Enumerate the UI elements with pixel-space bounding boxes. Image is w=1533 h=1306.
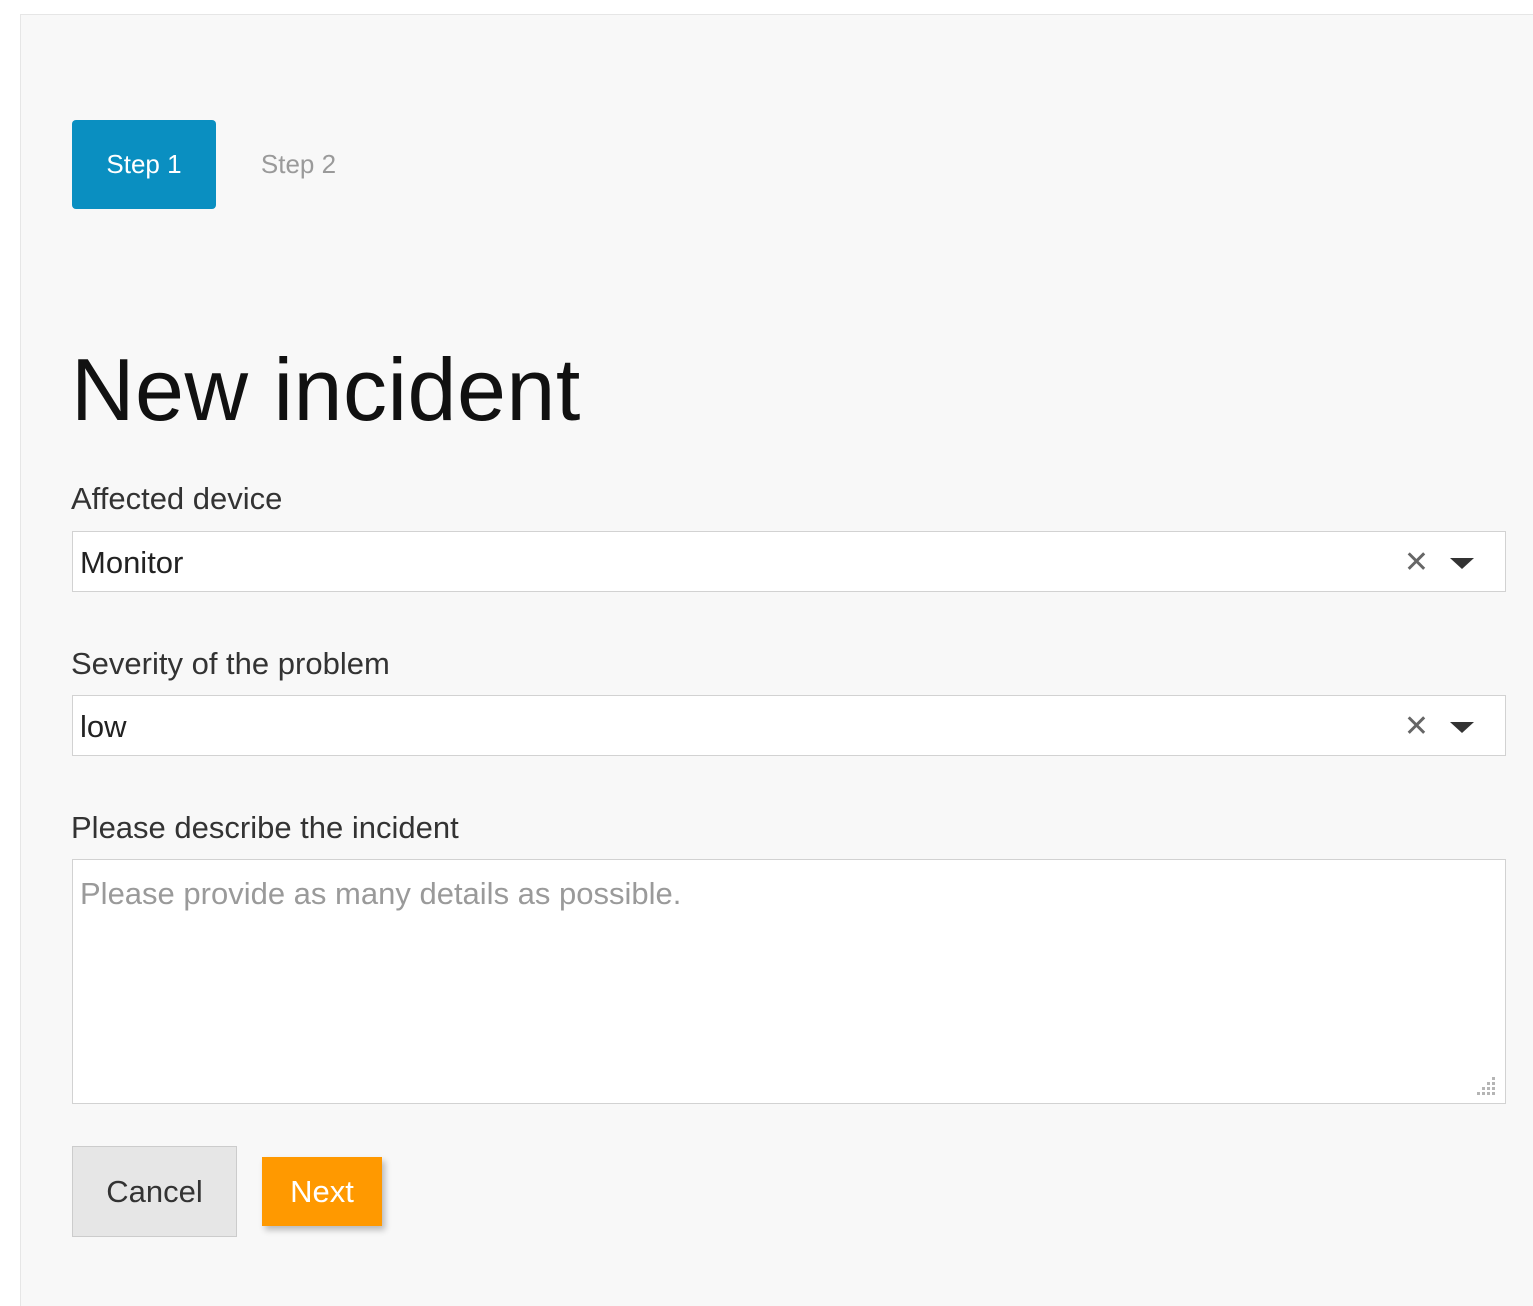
clear-icon[interactable]: ✕ — [1404, 532, 1429, 593]
chevron-down-icon[interactable] — [1450, 722, 1474, 733]
description-label: Please describe the incident — [71, 810, 459, 845]
wizard-steps: Step 1 Step 2 — [72, 120, 381, 209]
clear-icon[interactable]: ✕ — [1404, 696, 1429, 757]
severity-value: low — [80, 709, 127, 744]
severity-label: Severity of the problem — [71, 646, 390, 681]
cancel-button[interactable]: Cancel — [72, 1146, 237, 1237]
affected-device-value: Monitor — [80, 545, 184, 580]
step-2-tab[interactable]: Step 2 — [216, 120, 381, 209]
page-title: New incident — [71, 340, 581, 439]
step-1-tab[interactable]: Step 1 — [72, 120, 216, 209]
next-button[interactable]: Next — [262, 1157, 382, 1226]
resize-grip-icon[interactable] — [1474, 1075, 1498, 1099]
affected-device-select[interactable]: Monitor ✕ — [72, 531, 1506, 592]
description-textarea[interactable] — [72, 859, 1506, 1104]
severity-select[interactable]: low ✕ — [72, 695, 1506, 756]
chevron-down-icon[interactable] — [1450, 558, 1474, 569]
form-panel: Step 1 Step 2 New incident Affected devi… — [20, 14, 1533, 1306]
affected-device-label: Affected device — [71, 481, 283, 516]
